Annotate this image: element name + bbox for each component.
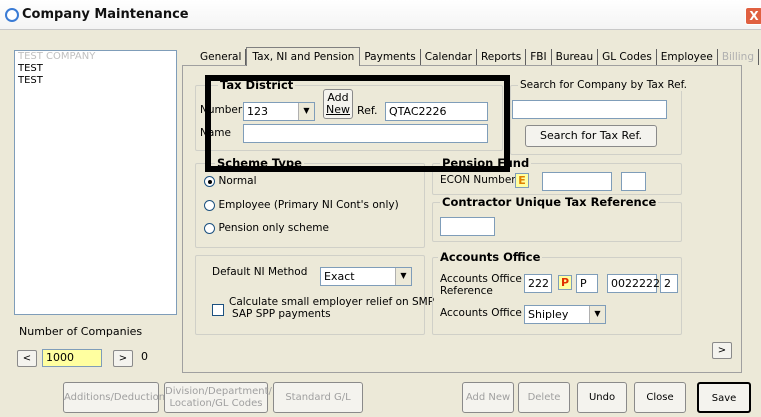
prev-company-button[interactable]: < bbox=[17, 350, 37, 367]
econ-number-field[interactable] bbox=[542, 172, 612, 191]
add-new-button[interactable]: Add New bbox=[462, 382, 514, 413]
ao-ref-part3-field[interactable]: 0022222 bbox=[607, 274, 660, 293]
company-number-field[interactable]: 1000 bbox=[42, 349, 102, 367]
tab-calendar[interactable]: Calendar bbox=[421, 49, 477, 65]
contractor-title: Contractor Unique Tax Reference bbox=[440, 195, 659, 209]
ao-ref-part4-field[interactable]: 2 bbox=[660, 274, 678, 293]
ao-ref-badge: P bbox=[558, 275, 572, 290]
chevron-down-icon[interactable]: ▼ bbox=[589, 306, 605, 323]
list-item[interactable]: TEST bbox=[15, 63, 176, 75]
close-form-button[interactable]: Close bbox=[634, 382, 686, 413]
list-item[interactable]: TEST COMPANY bbox=[15, 51, 176, 63]
chevron-down-icon[interactable]: ▼ bbox=[395, 268, 411, 285]
close-button[interactable]: X bbox=[745, 7, 761, 25]
tab-reports[interactable]: Reports bbox=[477, 49, 527, 65]
division-line2: Location/GL Codes bbox=[169, 398, 263, 409]
tab-general[interactable]: General bbox=[196, 49, 247, 65]
scheme-employee-label: Employee (Primary NI Cont's only) bbox=[218, 199, 399, 211]
number-of-companies-label: Number of Companies bbox=[19, 325, 143, 338]
additions-deductions-button[interactable]: Additions/Deductions bbox=[63, 382, 170, 413]
scheme-pension-option[interactable]: Pension only scheme bbox=[204, 221, 329, 234]
next-page-button[interactable]: > bbox=[712, 342, 732, 359]
standard-gl-codes-button[interactable]: Standard G/L Codes bbox=[273, 382, 363, 413]
accounts-office-reference-label: Accounts Office Reference bbox=[440, 273, 522, 297]
app-icon bbox=[5, 8, 19, 22]
ao-ref-part2-field[interactable]: P bbox=[576, 274, 598, 293]
search-tax-ref-input[interactable] bbox=[512, 100, 667, 119]
ao-ref-part1-field[interactable]: 222 bbox=[524, 274, 552, 293]
scheme-normal-label: Normal bbox=[218, 175, 257, 187]
econ-badge: E bbox=[515, 173, 529, 188]
tab-payments[interactable]: Payments bbox=[360, 49, 421, 65]
radio-selected-icon[interactable] bbox=[204, 175, 215, 187]
ao-ref-label-1: Accounts Office bbox=[440, 273, 522, 285]
company-list[interactable]: TEST COMPANY TEST TEST bbox=[14, 50, 177, 315]
division-location-button[interactable]: Division/Department/ Location/GL Codes bbox=[164, 382, 272, 413]
undo-button[interactable]: Undo bbox=[577, 382, 627, 413]
smp-label-line2: SAP SPP payments bbox=[232, 308, 331, 320]
list-item[interactable]: TEST bbox=[15, 75, 176, 87]
tab-billing[interactable]: Billing bbox=[718, 49, 760, 65]
small-employer-relief-checkbox[interactable] bbox=[212, 304, 224, 316]
tab-strip: General Tax, NI and Pension Payments Cal… bbox=[196, 47, 760, 66]
econ-number-label: ECON Number bbox=[440, 174, 516, 186]
tab-fbi[interactable]: FBI bbox=[526, 49, 552, 65]
default-ni-method-value: Exact bbox=[324, 270, 355, 283]
accounts-office-value: Shipley bbox=[528, 308, 569, 321]
accounts-office-label: Accounts Office bbox=[440, 307, 522, 319]
highlight-rectangle bbox=[205, 75, 510, 172]
accounts-office-title: Accounts Office bbox=[438, 250, 543, 264]
scheme-pension-label: Pension only scheme bbox=[218, 222, 329, 234]
tab-tax-ni-pension[interactable]: Tax, NI and Pension bbox=[246, 47, 361, 66]
division-line1: Division/Department/ bbox=[165, 386, 272, 397]
ao-ref-label-2: Reference bbox=[440, 285, 493, 297]
tab-bureau[interactable]: Bureau bbox=[552, 49, 599, 65]
tab-employee[interactable]: Employee bbox=[657, 49, 718, 65]
save-button[interactable]: Save bbox=[697, 382, 751, 413]
econ-check-field[interactable] bbox=[621, 172, 646, 191]
contractor-utr-field[interactable] bbox=[440, 217, 495, 236]
scheme-normal-option[interactable]: Normal bbox=[204, 174, 257, 187]
default-ni-method-label: Default NI Method bbox=[212, 266, 308, 278]
radio-icon[interactable] bbox=[204, 222, 215, 234]
scheme-employee-option[interactable]: Employee (Primary NI Cont's only) bbox=[204, 198, 399, 211]
title-bar: Company Maintenance X bbox=[0, 0, 761, 30]
small-employer-relief-label: Calculate small employer relief on SMP S… bbox=[229, 296, 434, 320]
company-count: 0 bbox=[141, 350, 148, 363]
search-title: Search for Company by Tax Ref. bbox=[518, 79, 689, 91]
delete-button[interactable]: Delete bbox=[518, 382, 570, 413]
next-company-button[interactable]: > bbox=[113, 350, 133, 367]
search-tax-ref-button[interactable]: Search for Tax Ref. bbox=[525, 125, 657, 147]
window-title: Company Maintenance bbox=[22, 7, 189, 22]
tab-gl-codes[interactable]: GL Codes bbox=[598, 49, 657, 65]
radio-icon[interactable] bbox=[204, 199, 215, 211]
smp-label-line1: Calculate small employer relief on SMP bbox=[229, 296, 435, 308]
